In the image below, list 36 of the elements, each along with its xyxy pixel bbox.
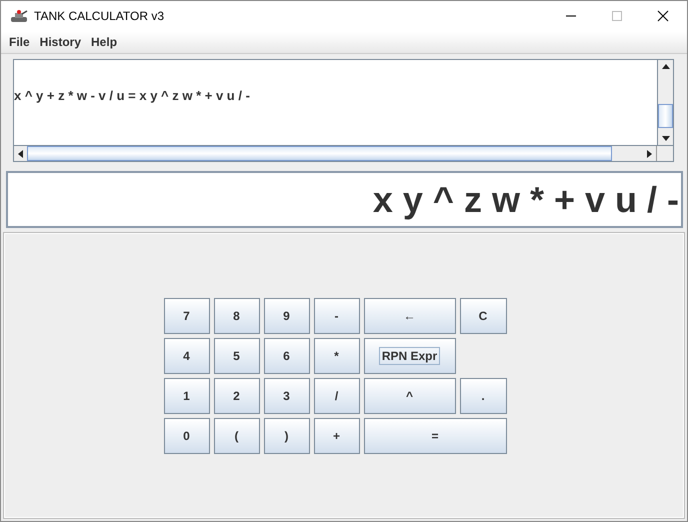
menu-item[interactable]: File [9, 35, 30, 49]
down-arrow-icon[interactable] [662, 136, 670, 141]
vertical-scrollbar[interactable] [657, 60, 673, 145]
tank-icon [10, 8, 28, 24]
calculator-key[interactable]: + [314, 418, 360, 454]
calculator-key[interactable]: 6 [264, 338, 310, 374]
calculator-key[interactable]: - [314, 298, 360, 334]
calculator-key[interactable]: 0 [164, 418, 210, 454]
left-arrow-icon[interactable] [18, 150, 23, 158]
calculator-key[interactable]: 8 [214, 298, 260, 334]
right-arrow-icon[interactable] [647, 150, 652, 158]
calculator-key[interactable]: 1 [164, 378, 210, 414]
calculator-key[interactable]: / [314, 378, 360, 414]
horizontal-scrollbar[interactable] [14, 145, 673, 161]
calculator-key[interactable]: 7 [164, 298, 210, 334]
calculator-key[interactable]: ) [264, 418, 310, 454]
calculator-key[interactable]: . [460, 378, 506, 414]
calculator-key[interactable]: ^ [364, 378, 456, 414]
calculator-key[interactable]: 5 [214, 338, 260, 374]
close-icon[interactable] [657, 10, 669, 22]
calculator-key[interactable]: 4 [164, 338, 210, 374]
calculator-key[interactable]: C [460, 298, 506, 334]
window-title: TANK CALCULATOR v3 [34, 9, 164, 23]
calculator-key[interactable]: = [364, 418, 506, 454]
up-arrow-icon[interactable] [662, 64, 670, 69]
calculator-key[interactable]: ← [364, 298, 456, 334]
menu-item[interactable]: Help [91, 35, 118, 49]
calculator-key[interactable]: 2 [214, 378, 260, 414]
menu-item[interactable]: History [40, 35, 82, 49]
expression-display[interactable]: x y ^ z w * + v u / - [6, 171, 683, 228]
calculator-key[interactable]: 9 [264, 298, 310, 334]
history-line: x ^ y + z * w - v / u = x y ^ z w * + v u / - [14, 88, 251, 103]
calculator-key[interactable]: * [314, 338, 360, 374]
calculator-key[interactable]: RPN Expr [364, 338, 456, 374]
calculator-key[interactable]: 3 [264, 378, 310, 414]
calculator-key[interactable]: ( [214, 418, 260, 454]
